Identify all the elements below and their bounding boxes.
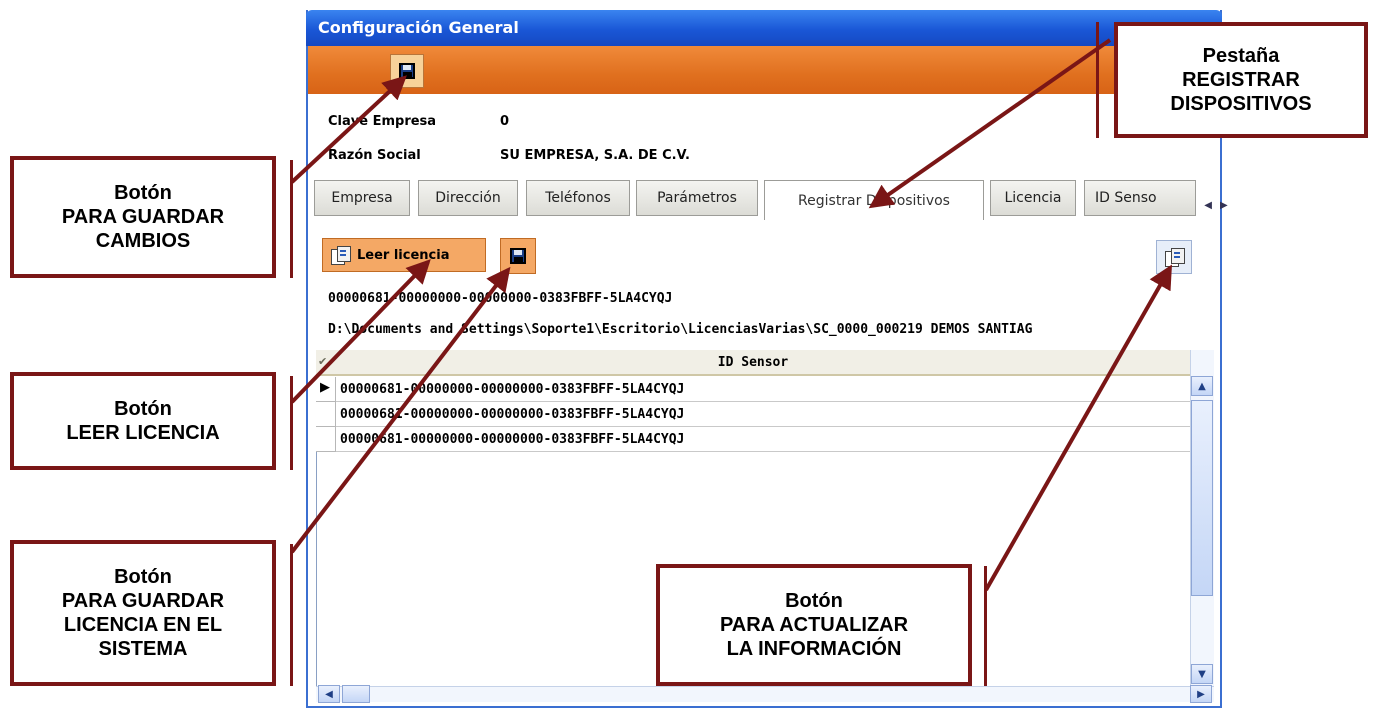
arrow-to-refresh xyxy=(984,264,1172,591)
callout-arrows xyxy=(290,38,1172,591)
arrow-to-leer-licencia xyxy=(290,259,431,404)
arrow-to-tab xyxy=(868,38,1112,209)
arrow-to-save-changes xyxy=(290,75,407,184)
arrow-to-save-license xyxy=(290,266,511,554)
